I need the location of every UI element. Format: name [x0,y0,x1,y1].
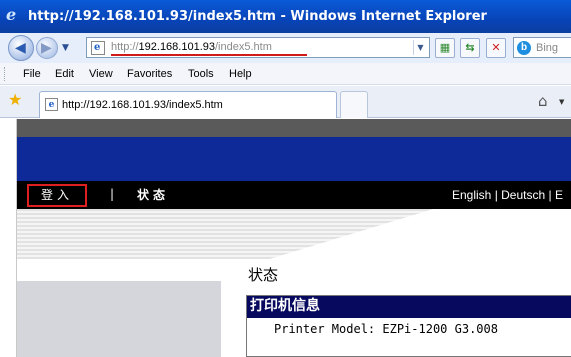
navigation-bar: ◀ ▶ ▼ e http://192.168.101.93/index5.htm… [0,33,571,63]
printer-info-heading: 打印机信息 [247,296,571,318]
login-link[interactable]: 登入 [27,184,87,207]
header-grey-strip [17,119,571,137]
forward-arrow-icon: ▶ [41,40,52,56]
forward-button[interactable]: ▶ [36,37,58,59]
url-host: 192.168.101.93 [138,41,215,53]
menu-bar: File Edit View Favorites Tools Help [0,63,571,85]
url-host-underline [111,54,307,56]
search-box[interactable]: b Bing [513,37,571,58]
search-placeholder: Bing [536,42,559,54]
printer-info-section: 打印机信息 Printer Model: EZPi-1200 G3.008 [246,295,571,357]
menu-file[interactable]: File [23,68,41,80]
top-nav: 登入 | 状态 English | Deutsch | E [17,181,571,209]
tab-current[interactable]: e http://192.168.101.93/index5.htm [39,91,337,118]
printer-model-row: Printer Model: EZPi-1200 G3.008 [274,322,498,336]
menu-grip [4,67,7,81]
decorative-stripes-cut [17,209,571,259]
menu-help[interactable]: Help [229,68,252,80]
bing-icon: b [517,41,531,55]
home-dropdown-icon[interactable]: ▼ [559,98,564,106]
page-title: 状态 [248,266,279,284]
home-icon[interactable]: ⌂ [538,92,556,110]
language-links[interactable]: English | Deutsch | E [452,188,563,202]
page-icon: e [91,41,105,55]
recent-pages-dropdown-icon[interactable]: ▼ [62,43,69,53]
header-banner [17,137,571,181]
address-dropdown-icon[interactable]: ▼ [413,40,427,55]
url-path: /index5.htm [215,41,272,53]
compatibility-view-icon[interactable]: ▦ [435,38,455,58]
window-title-bar: e http://192.168.101.93/index5.htm - Win… [0,0,571,33]
menu-view[interactable]: View [89,68,113,80]
page-content: 登入 | 状态 English | Deutsch | E 状态 打印机信息 P… [0,119,571,357]
favorites-star-icon[interactable]: ★ [8,92,22,108]
ie-logo-icon: e [6,5,17,24]
new-tab-button[interactable] [340,91,368,118]
window-title: http://192.168.101.93/index5.htm - Windo… [28,9,487,24]
url-prefix: http:// [111,41,139,53]
address-bar[interactable]: e http://192.168.101.93/index5.htm ▼ [86,37,430,58]
menu-edit[interactable]: Edit [55,68,74,80]
menu-tools[interactable]: Tools [188,68,214,80]
menu-favorites[interactable]: Favorites [127,68,172,80]
nav-separator: | [110,187,115,201]
tab-label: http://192.168.101.93/index5.htm [62,99,223,111]
back-arrow-icon: ◀ [15,40,26,56]
tab-page-icon: e [45,98,58,111]
back-button[interactable]: ◀ [8,35,34,61]
favorites-tab-bar: ★ e http://192.168.101.93/index5.htm ⌂ ▼ [0,86,571,118]
stop-icon[interactable]: ✕ [486,38,506,58]
left-sidebar [17,281,221,357]
status-link[interactable]: 状态 [137,186,169,203]
address-url[interactable]: http://192.168.101.93/index5.htm [111,41,272,53]
refresh-icon[interactable]: ⇆ [460,38,480,58]
page-left-edge [0,119,17,357]
